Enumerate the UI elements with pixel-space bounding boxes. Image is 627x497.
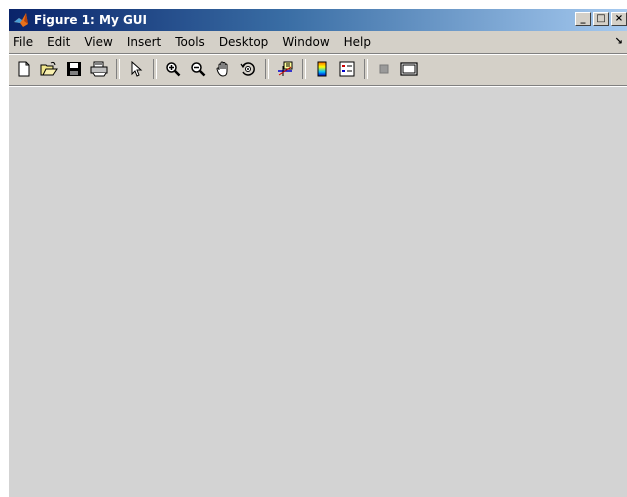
insert-legend-icon xyxy=(339,61,354,77)
data-cursor-icon xyxy=(277,61,292,76)
figure-canvas[interactable] xyxy=(9,87,627,497)
zoom-in-icon xyxy=(165,62,180,77)
menu-view[interactable]: View xyxy=(77,32,119,52)
show-plot-tools-button[interactable] xyxy=(397,58,420,80)
edit-plot-button[interactable] xyxy=(124,58,147,80)
title-bar[interactable]: Figure 1: My GUI _ □ × xyxy=(9,9,627,31)
menu-bar: File Edit View Insert Tools Desktop Wind… xyxy=(9,31,627,53)
toolbar-separator xyxy=(153,59,157,79)
figure-toolbar xyxy=(9,55,627,83)
toolbar-separator xyxy=(116,59,120,79)
insert-colorbar-button[interactable] xyxy=(310,58,333,80)
window-controls: _ □ × xyxy=(575,12,627,26)
print-figure-button[interactable] xyxy=(87,58,110,80)
window-title: Figure 1: My GUI xyxy=(34,13,148,27)
new-figure-button[interactable] xyxy=(12,58,35,80)
toolbar-separator xyxy=(265,59,269,79)
save-figure-icon xyxy=(66,62,81,76)
new-figure-icon xyxy=(18,61,29,77)
minimize-icon: _ xyxy=(580,13,586,24)
data-cursor-button[interactable] xyxy=(273,58,296,80)
menu-tools[interactable]: Tools xyxy=(168,32,212,52)
open-file-icon xyxy=(40,61,58,76)
menu-desktop[interactable]: Desktop xyxy=(212,32,276,52)
insert-colorbar-icon xyxy=(317,61,326,77)
hide-plot-tools-icon xyxy=(379,64,388,74)
menu-window[interactable]: Window xyxy=(275,32,336,52)
toolbar-separator xyxy=(302,59,306,79)
close-button[interactable]: × xyxy=(611,12,627,26)
pan-hand-icon xyxy=(215,61,227,77)
save-figure-button[interactable] xyxy=(62,58,85,80)
maximize-icon: □ xyxy=(596,13,606,24)
menu-insert[interactable]: Insert xyxy=(120,32,168,52)
maximize-button[interactable]: □ xyxy=(593,12,609,26)
rotate-3d-icon xyxy=(240,62,255,76)
print-figure-icon xyxy=(90,61,107,77)
edit-plot-arrow-icon xyxy=(131,61,142,77)
menu-edit[interactable]: Edit xyxy=(40,32,77,52)
zoom-out-icon xyxy=(190,62,205,77)
close-icon: × xyxy=(614,13,624,24)
dock-figure-icon[interactable]: ↘ xyxy=(615,36,623,47)
menu-file[interactable]: File xyxy=(9,32,40,52)
pan-button[interactable] xyxy=(211,58,234,80)
hide-plot-tools-button[interactable] xyxy=(372,58,395,80)
insert-legend-button[interactable] xyxy=(335,58,358,80)
rotate-3d-button[interactable] xyxy=(236,58,259,80)
minimize-button[interactable]: _ xyxy=(575,12,591,26)
zoom-out-button[interactable] xyxy=(186,58,209,80)
menu-help[interactable]: Help xyxy=(337,32,378,52)
zoom-in-button[interactable] xyxy=(161,58,184,80)
show-plot-tools-icon xyxy=(399,62,418,76)
open-file-button[interactable] xyxy=(37,58,60,80)
toolbar-separator xyxy=(364,59,368,79)
matlab-logo-icon xyxy=(12,11,30,29)
figure-window: Figure 1: My GUI _ □ × File Edit View In… xyxy=(8,8,627,497)
